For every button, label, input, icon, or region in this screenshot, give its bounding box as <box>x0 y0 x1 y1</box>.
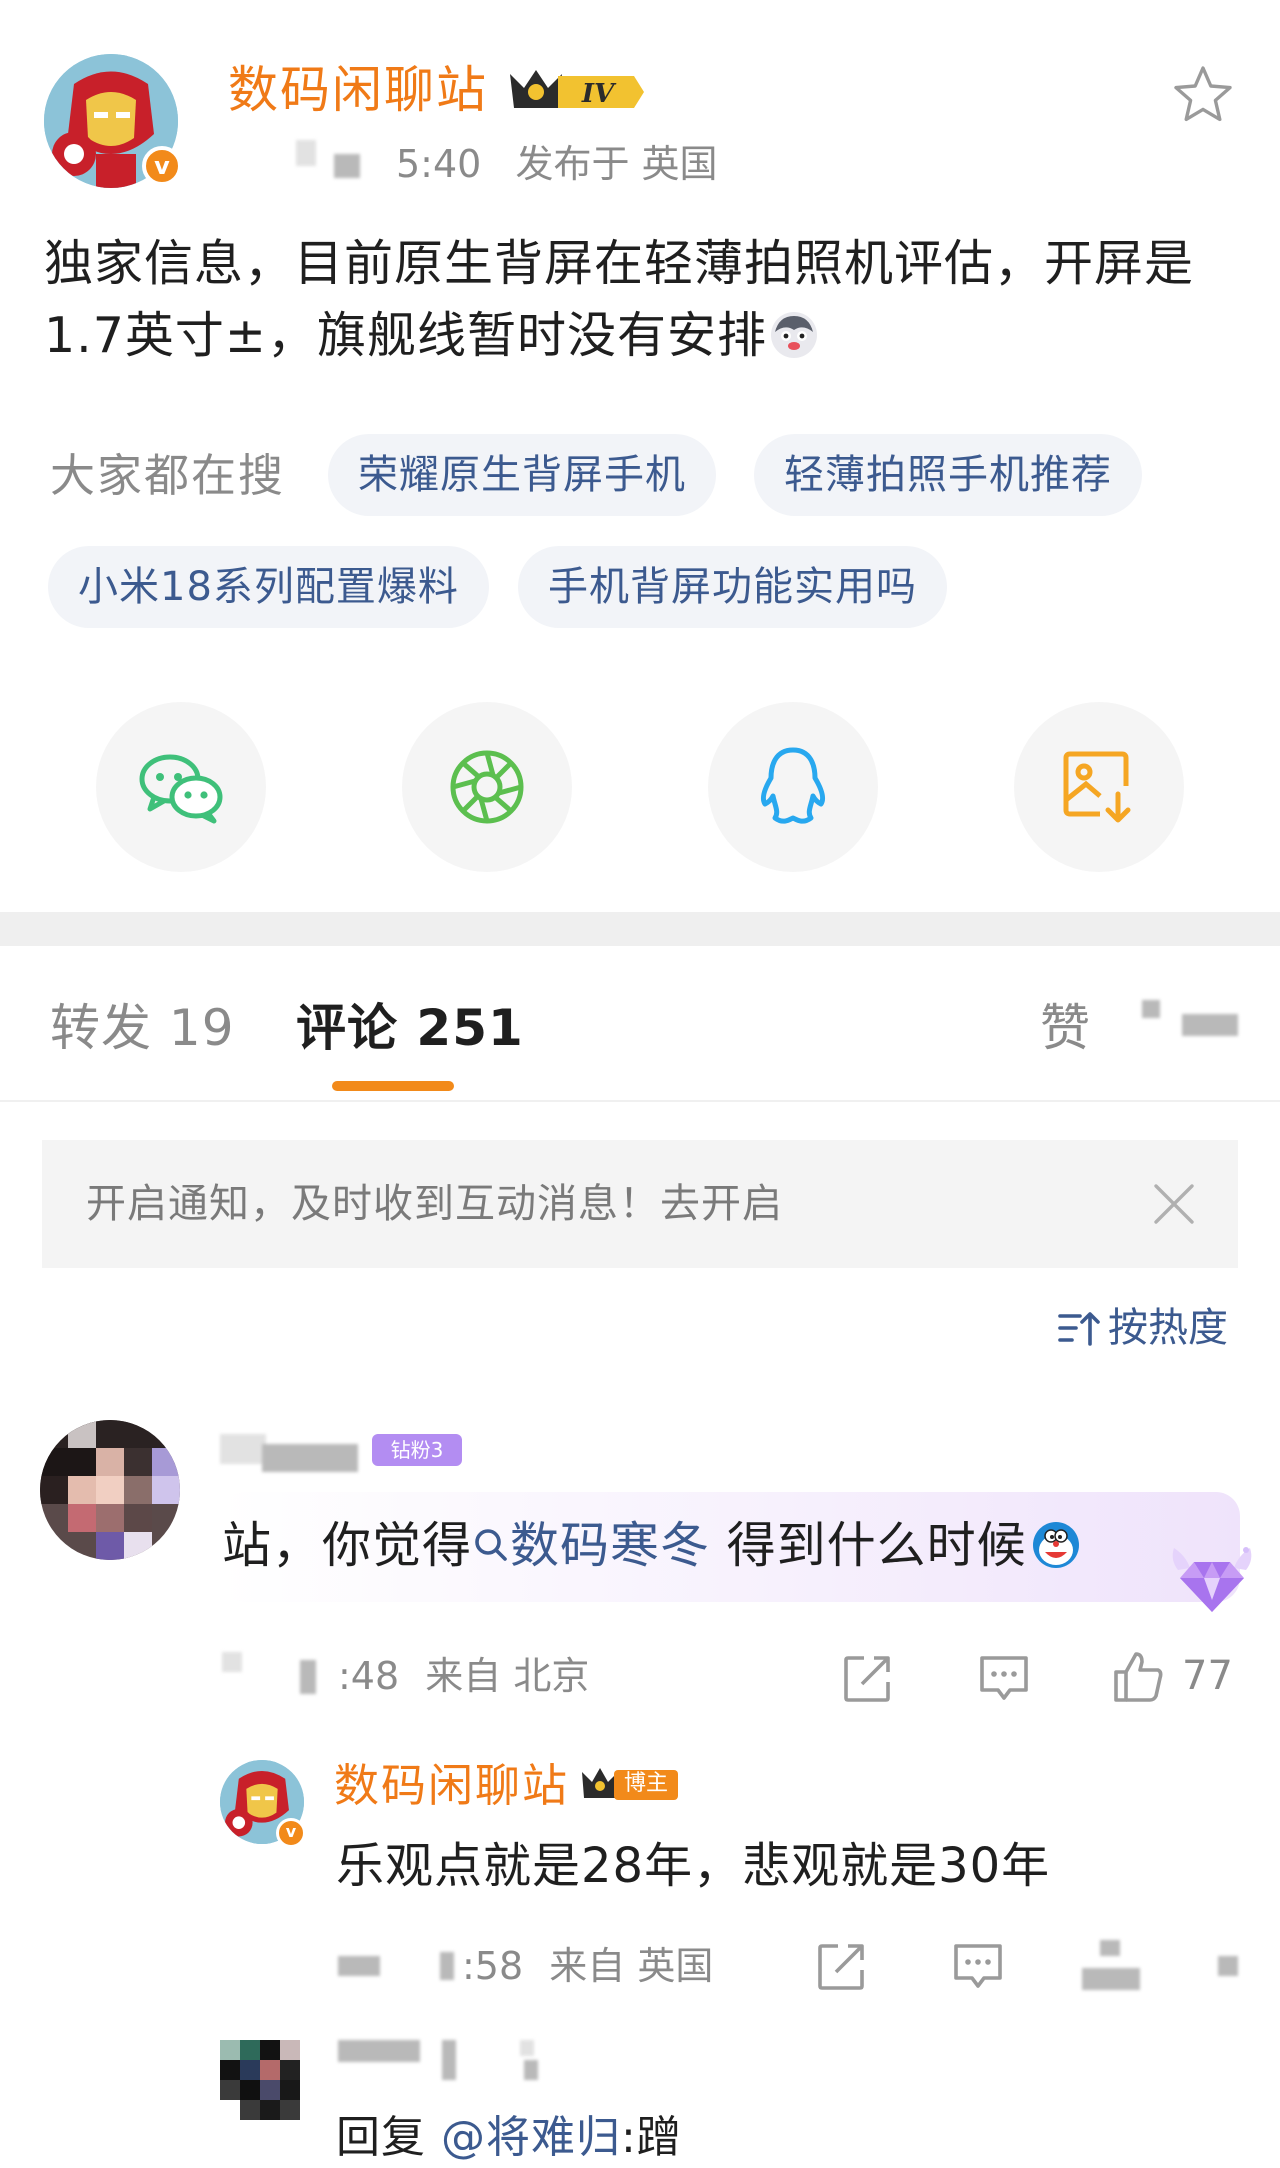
reply-meta: :58 来自 英国 <box>462 1940 713 1992</box>
time-redaction <box>338 1956 380 1976</box>
notification-banner[interactable]: 开启通知，及时收到互动消息！去开启 <box>42 1140 1238 1268</box>
comment-text: 站，你觉得 数码寒冬 得到什么时候 <box>222 1510 1081 1582</box>
username-redaction <box>524 2060 538 2080</box>
pixelated-avatar <box>220 2040 300 2120</box>
star-outline-icon[interactable] <box>1172 64 1234 126</box>
search-tag[interactable]: 小米18系列配置爆料 <box>48 546 489 628</box>
diamond-decoration-icon <box>1172 1547 1252 1612</box>
comment-icon[interactable] <box>976 1650 1032 1706</box>
time-redaction <box>334 154 360 178</box>
tab-repost[interactable]: 转发 19 <box>50 996 235 1060</box>
active-tab-indicator <box>332 1081 454 1091</box>
username-redaction <box>220 1434 266 1464</box>
blogger-badge: 博主 <box>580 1764 680 1804</box>
post-time: 5:40 <box>396 142 482 186</box>
comment-text-after: 得到什么时候 <box>710 1517 1027 1574</box>
comment-icon[interactable] <box>950 1938 1006 1994</box>
like-button[interactable]: 77 <box>1110 1648 1233 1704</box>
blogger-badge-label: 博主 <box>624 1771 669 1796</box>
search-tag[interactable]: 轻薄拍照手机推荐 <box>754 434 1142 516</box>
comment-time: :48 <box>338 1654 400 1698</box>
share-wechat-button[interactable] <box>96 702 266 872</box>
verified-badge: v <box>142 146 182 186</box>
search-icon <box>475 1529 507 1561</box>
share-moments-button[interactable] <box>402 702 572 872</box>
username-redaction <box>520 2040 534 2056</box>
mention-link[interactable]: @将难归 <box>441 2112 621 2163</box>
level-text: IV <box>581 79 617 109</box>
comment-text-before: 站，你觉得 <box>222 1517 473 1574</box>
commenter-avatar[interactable] <box>220 2040 300 2120</box>
repost-icon[interactable] <box>814 1938 870 1994</box>
tabs-divider <box>0 1100 1280 1102</box>
tab-likes[interactable]: 赞 <box>1040 996 1091 1060</box>
qq-icon <box>760 747 826 824</box>
husky-emoji <box>770 312 817 358</box>
save-image-icon <box>1063 751 1131 823</box>
sort-icon <box>1058 1312 1100 1346</box>
time-redaction <box>296 140 316 166</box>
like-count: 77 <box>1182 1653 1233 1699</box>
topic-label: 数码寒冬 <box>510 1517 711 1574</box>
reply-time: :58 <box>462 1944 524 1988</box>
reply-location: 来自 英国 <box>549 1944 714 1988</box>
doraemon-emoji <box>1032 1522 1079 1568</box>
time-redaction <box>440 1952 454 1980</box>
reply-prefix: 回复 <box>336 2112 441 2163</box>
post-text: 独家信息，目前原生背屏在轻薄拍照机评估，开屏是1.7英寸±，旗舰线暂时没有安排 <box>44 228 1236 372</box>
author-name[interactable]: 数码闲聊站 <box>228 58 488 122</box>
close-icon[interactable] <box>1146 1176 1202 1232</box>
tab-comments[interactable]: 评论 251 <box>296 996 524 1060</box>
section-divider <box>0 912 1280 946</box>
time-redaction <box>300 1660 316 1694</box>
commenter-avatar[interactable] <box>40 1420 180 1560</box>
search-tag[interactable]: 手机背屏功能实用吗 <box>518 546 947 628</box>
post-location: 发布于 英国 <box>515 142 718 186</box>
share-qq-button[interactable] <box>708 702 878 872</box>
username-redaction <box>262 1444 358 1472</box>
reply-text: 回复 @将难归:蹭 <box>336 2108 682 2168</box>
diamond-fan-badge: 钻粉3 <box>372 1434 462 1466</box>
time-redaction <box>222 1652 242 1672</box>
moments-icon <box>450 750 524 824</box>
username-redaction <box>442 2040 456 2080</box>
comment-meta: :48 来自 北京 <box>338 1650 589 1702</box>
comment-location: 来自 北京 <box>425 1654 590 1698</box>
verified-badge: v <box>276 1818 306 1848</box>
post-text-body: 独家信息，目前原生背屏在轻薄拍照机评估，开屏是1.7英寸±，旗舰线暂时没有安排 <box>44 235 1195 364</box>
like-icon-redaction <box>1082 1968 1140 1990</box>
wechat-icon <box>139 754 223 824</box>
repost-icon[interactable] <box>840 1650 896 1706</box>
pixelated-avatar <box>40 1420 180 1560</box>
trending-search-label: 大家都在搜 <box>50 449 286 502</box>
reply-author-name[interactable]: 数码闲聊站 <box>334 1756 569 1816</box>
like-count-redaction <box>1218 1956 1238 1976</box>
share-save-image-button[interactable] <box>1014 702 1184 872</box>
like-count-redaction <box>1182 1014 1238 1036</box>
reply-text: 乐观点就是28年，悲观就是30年 <box>336 1838 1051 1894</box>
crown-level-badge: IV <box>510 70 644 109</box>
like-icon-redaction <box>1100 1940 1120 1956</box>
like-count-redaction <box>1142 1000 1160 1018</box>
thumbs-up-icon <box>1114 1652 1163 1702</box>
notification-text: 开启通知，及时收到互动消息！去开启 <box>86 1181 783 1227</box>
post-meta: 5:40 发布于 英国 <box>396 138 718 190</box>
search-tag[interactable]: 荣耀原生背屏手机 <box>328 434 716 516</box>
sort-label: 按热度 <box>1108 1305 1228 1351</box>
username-redaction <box>338 2040 420 2062</box>
reply-suffix: :蹭 <box>621 2112 682 2163</box>
topic-link[interactable]: 数码寒冬 <box>472 1517 710 1574</box>
sort-by-hot-button[interactable]: 按热度 <box>1056 1300 1228 1356</box>
